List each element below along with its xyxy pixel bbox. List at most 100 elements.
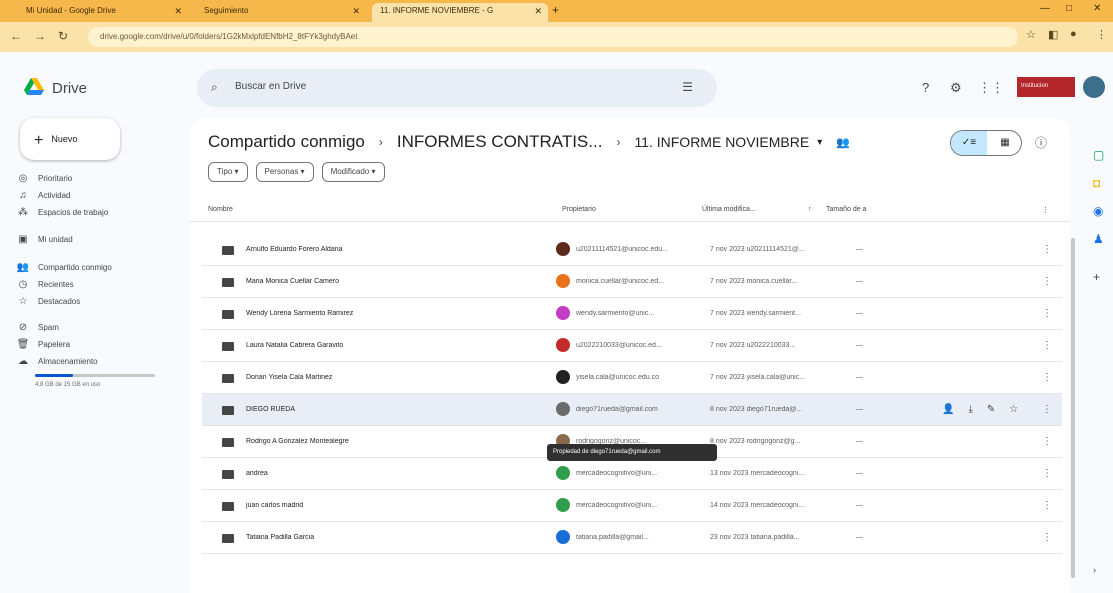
sidebar-item-storage[interactable]: ☁ Almacenamiento	[16, 352, 98, 370]
table-row[interactable]: Tatiana Padilla Garcia tatiana.padilla@gm…	[202, 522, 1062, 554]
breadcrumb-middle[interactable]: INFORMES CONTRATIS...	[397, 132, 603, 152]
apps-grid-icon[interactable]: ⋮⋮	[978, 80, 1004, 96]
close-tab-icon[interactable]: ✕	[352, 6, 360, 17]
grid-view-icon[interactable]: ▦	[987, 131, 1021, 155]
forward-icon[interactable]: →	[34, 29, 46, 43]
owner-avatar[interactable]	[556, 498, 570, 512]
owner-avatar[interactable]	[556, 370, 570, 384]
scrollbar[interactable]	[1071, 238, 1075, 578]
browser-menu-icon[interactable]: ⋮	[1096, 28, 1107, 41]
close-tab-icon[interactable]: ✕	[174, 6, 182, 17]
search-input[interactable]: Buscar en Drive	[235, 81, 306, 92]
browser-tab-1[interactable]: Mi Unidad - Google Drive ✕	[18, 3, 188, 22]
star-icon[interactable]: ☆	[1009, 404, 1018, 415]
contacts-icon[interactable]: ♟	[1093, 232, 1104, 246]
file-name[interactable]: Arnulfo Eduardo Forero Aldana	[246, 246, 546, 253]
chevron-down-icon[interactable]: ▾	[817, 137, 822, 148]
file-name[interactable]: andrea	[246, 470, 546, 477]
add-addon-icon[interactable]: +	[1093, 270, 1100, 284]
owner-avatar[interactable]	[556, 306, 570, 320]
url-field[interactable]: drive.google.com/drive/u/0/folders/1G2kM…	[88, 27, 1018, 47]
header-owner[interactable]: Propietario	[562, 206, 596, 213]
owner-avatar[interactable]	[556, 338, 570, 352]
file-name[interactable]: Laura Natalia Cabrera Garavito	[246, 342, 546, 349]
sidebar-item-priority[interactable]: ◎ Prioritario	[16, 169, 73, 187]
file-name[interactable]: Tatiana Padilla Garcia	[246, 534, 546, 541]
sidebar-item-workspaces[interactable]: ⁂ Espacios de trabajo	[16, 203, 108, 221]
minimize-icon[interactable]: —	[1040, 3, 1050, 14]
breadcrumb-root[interactable]: Compartido conmigo	[208, 132, 365, 152]
file-name[interactable]: Maria Monica Cuellar Camero	[246, 278, 546, 285]
close-window-icon[interactable]: ✕	[1093, 3, 1101, 14]
sidebar-item-spam[interactable]: ⊘ Spam	[16, 318, 59, 336]
breadcrumb-current[interactable]: 11. INFORME NOVIEMBRE	[634, 134, 809, 150]
list-view-icon[interactable]: ✓≡	[951, 131, 987, 155]
file-name[interactable]: Dorian Yisela Cala Martinez	[246, 374, 546, 381]
more-options-icon[interactable]: ⋮	[1042, 372, 1052, 383]
table-row[interactable]: DIEGO RUEDA diego71rueda@gmail.com 8 nov 2…	[202, 394, 1062, 426]
keep-icon[interactable]: ◘	[1093, 176, 1100, 190]
table-row[interactable]: Wendy Lorena Sarmiento Ramirez wendy.sarm…	[202, 298, 1062, 330]
share-person-icon[interactable]: 👤	[942, 404, 954, 415]
close-tab-icon[interactable]: ✕	[534, 6, 542, 17]
download-icon[interactable]: ⤓	[968, 404, 972, 415]
owner-avatar[interactable]	[556, 530, 570, 544]
search-icon[interactable]: ⌕	[211, 80, 218, 95]
sidebar-item-starred[interactable]: ☆ Destacados	[16, 292, 81, 310]
account-avatar[interactable]	[1083, 76, 1105, 98]
reload-icon[interactable]: ↻	[58, 29, 68, 43]
search-options-icon[interactable]: ☰	[682, 80, 693, 94]
more-options-icon[interactable]: ⋮	[1042, 404, 1052, 415]
table-row[interactable]: juan carlos madrid mercadeocognitivo@uni.…	[202, 490, 1062, 522]
table-row[interactable]: Arnulfo Eduardo Forero Aldana u2021111452…	[202, 234, 1062, 266]
header-modified[interactable]: Última modifica...	[702, 206, 756, 213]
table-row[interactable]: Dorian Yisela Cala Martinez yisela.cala@u…	[202, 362, 1062, 394]
owner-avatar[interactable]	[556, 274, 570, 288]
drive-logo-icon[interactable]	[24, 78, 44, 96]
back-icon[interactable]: ←	[10, 29, 22, 43]
help-icon[interactable]: ?	[922, 80, 929, 95]
sidebar-item-shared[interactable]: 👥 Compartido conmigo	[16, 258, 112, 276]
filter-modified[interactable]: Modificado ▾	[321, 162, 385, 182]
collapse-panel-icon[interactable]: ›	[1093, 565, 1096, 575]
sidebar-item-my-drive[interactable]: ▣ Mi unidad	[16, 230, 72, 248]
org-badge[interactable]: Institucion	[1017, 77, 1075, 97]
file-name[interactable]: Rodrigo A Gonzalez Montealegre	[246, 438, 546, 445]
tasks-icon[interactable]: ◉	[1093, 204, 1103, 218]
browser-tab-3[interactable]: 11. INFORME NOVIEMBRE - G ✕	[372, 3, 548, 22]
header-size[interactable]: Tamaño de a	[826, 206, 866, 213]
sidebar-item-activity[interactable]: ♫ Actividad	[16, 186, 70, 204]
more-options-icon[interactable]: ⋮	[1042, 308, 1052, 319]
table-row[interactable]: Maria Monica Cuellar Camero monica.cuella…	[202, 266, 1062, 298]
edit-icon[interactable]: ✎	[987, 404, 995, 415]
owner-avatar[interactable]	[556, 242, 570, 256]
more-options-icon[interactable]: ⋮	[1042, 500, 1052, 511]
more-options-icon[interactable]: ⋮	[1042, 532, 1052, 543]
extension-icon[interactable]: ◧	[1048, 28, 1058, 41]
more-options-icon[interactable]: ⋮	[1042, 340, 1052, 351]
table-row[interactable]: Laura Natalia Cabrera Garavito u202221003…	[202, 330, 1062, 362]
sort-arrow-up-icon[interactable]: ↑	[808, 206, 812, 213]
filter-type[interactable]: Tipo ▾	[208, 162, 248, 182]
owner-avatar[interactable]	[556, 466, 570, 480]
file-name[interactable]: Wendy Lorena Sarmiento Ramirez	[246, 310, 546, 317]
more-options-icon[interactable]: ⋮	[1042, 244, 1052, 255]
new-tab-icon[interactable]: +	[552, 3, 559, 17]
more-options-icon[interactable]: ⋮	[1042, 436, 1052, 447]
calendar-icon[interactable]: ▢	[1093, 148, 1104, 162]
bookmark-star-icon[interactable]: ☆	[1026, 28, 1036, 41]
settings-gear-icon[interactable]: ⚙	[950, 80, 962, 96]
info-icon[interactable]: ⓘ	[1035, 134, 1047, 151]
new-button[interactable]: + Nuevo	[20, 118, 120, 160]
browser-tab-2[interactable]: Seguimiento ✕	[196, 3, 366, 22]
filter-people[interactable]: Personas ▾	[255, 162, 314, 182]
file-name[interactable]: juan carlos madrid	[246, 502, 546, 509]
profile-icon[interactable]: ●	[1070, 28, 1077, 40]
header-name[interactable]: Nombre	[208, 206, 233, 213]
sidebar-item-trash[interactable]: 🗑 Papelera	[16, 335, 70, 353]
file-name[interactable]: DIEGO RUEDA	[246, 406, 546, 413]
more-options-icon[interactable]: ⋮	[1042, 468, 1052, 479]
search-bar[interactable]: ⌕ Buscar en Drive ☰	[197, 69, 717, 107]
sidebar-item-recent[interactable]: ◷ Recientes	[16, 275, 74, 293]
more-columns-icon[interactable]: ⋮	[1042, 206, 1049, 214]
